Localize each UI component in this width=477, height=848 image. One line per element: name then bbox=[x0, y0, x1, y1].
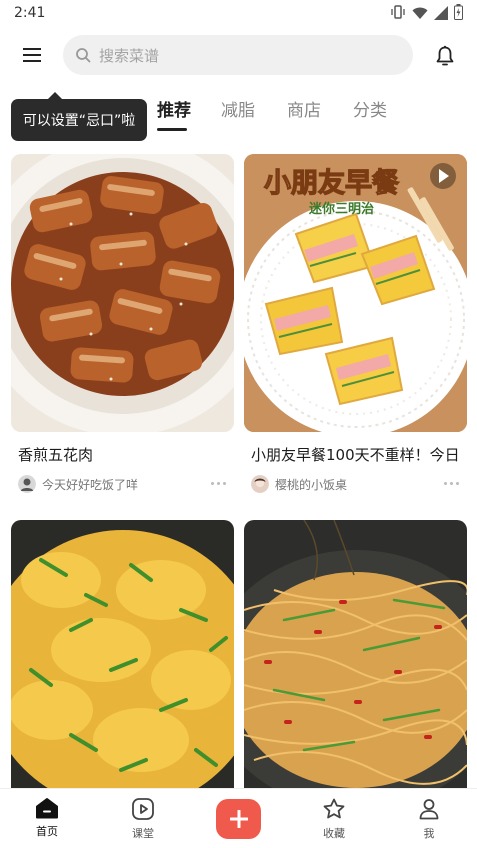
author-name: 樱桃的小饭桌 bbox=[275, 477, 348, 492]
nav-favorites[interactable]: 收藏 bbox=[304, 797, 364, 841]
author-name: 今天好好吃饭了咩 bbox=[42, 477, 139, 492]
search-icon bbox=[76, 48, 91, 63]
recipe-author-row: 今天好好吃饭了咩 bbox=[18, 475, 234, 493]
recipe-image-sandwich: 小朋友早餐 迷你三明治 bbox=[244, 154, 467, 432]
person-icon bbox=[419, 799, 439, 820]
recipe-image-eggs bbox=[11, 520, 234, 788]
author-avatar bbox=[18, 475, 36, 493]
search-placeholder: 搜索菜谱 bbox=[99, 46, 160, 65]
recipe-image-potato bbox=[244, 520, 467, 788]
search-input[interactable]: 搜索菜谱 bbox=[63, 35, 413, 75]
recipe-card[interactable]: 小朋友早餐 迷你三明治 小朋友早餐100天不重样！今日 樱桃的小饭桌 bbox=[244, 154, 467, 493]
recipe-card[interactable] bbox=[244, 520, 467, 788]
plus-icon bbox=[229, 810, 248, 828]
recipe-author-row: 樱桃的小饭桌 bbox=[251, 475, 467, 493]
hamburger-icon bbox=[23, 48, 41, 62]
nav-me-label: 我 bbox=[423, 827, 435, 840]
avoid-foods-tooltip[interactable]: 可以设置“忌口”啦 bbox=[11, 99, 147, 141]
active-tab-indicator bbox=[157, 128, 187, 131]
author-avatar bbox=[251, 475, 269, 493]
tab-categories[interactable]: 分类 bbox=[353, 96, 387, 121]
tooltip-arrow bbox=[48, 92, 62, 99]
top-bar: 搜索菜谱 bbox=[0, 30, 477, 80]
play-icon bbox=[132, 798, 154, 820]
menu-button[interactable] bbox=[18, 42, 46, 68]
home-icon bbox=[36, 798, 58, 819]
nav-home[interactable]: 首页 bbox=[17, 797, 77, 839]
more-icon[interactable] bbox=[211, 482, 226, 485]
signal-icon bbox=[434, 5, 448, 24]
notification-button[interactable] bbox=[430, 42, 460, 70]
image-subheading: 迷你三明治 bbox=[308, 201, 374, 217]
nav-classroom-label: 课堂 bbox=[132, 827, 154, 840]
recipe-card[interactable] bbox=[11, 520, 234, 788]
recipe-card[interactable]: 香煎五花肉 今天好好吃饭了咩 bbox=[11, 154, 234, 493]
nav-me[interactable]: 我 bbox=[399, 797, 459, 841]
recipe-title: 香煎五花肉 bbox=[18, 446, 94, 464]
vibrate-icon bbox=[390, 4, 406, 24]
nav-favorites-label: 收藏 bbox=[323, 827, 345, 840]
tab-store[interactable]: 商店 bbox=[287, 96, 321, 121]
bottom-nav: 首页 课堂 收藏 我 bbox=[0, 788, 477, 848]
tooltip-text: 可以设置“忌口”啦 bbox=[22, 113, 136, 129]
recipe-title: 小朋友早餐100天不重样！今日 bbox=[251, 446, 460, 464]
wifi-icon bbox=[412, 5, 428, 24]
status-time: 2:41 bbox=[14, 5, 46, 21]
status-bar: 2:41 bbox=[0, 0, 477, 28]
tab-fat-loss[interactable]: 减脂 bbox=[221, 96, 255, 121]
tab-recommend[interactable]: 推荐 bbox=[157, 96, 191, 121]
more-icon[interactable] bbox=[444, 482, 459, 485]
battery-icon bbox=[454, 4, 463, 24]
nav-home-label: 首页 bbox=[36, 825, 58, 838]
add-recipe-button[interactable] bbox=[216, 799, 261, 839]
recipe-image-pork bbox=[11, 154, 234, 432]
image-heading: 小朋友早餐 bbox=[264, 168, 400, 199]
status-icons bbox=[390, 4, 463, 24]
nav-classroom[interactable]: 课堂 bbox=[113, 797, 173, 841]
star-icon bbox=[323, 798, 345, 819]
bell-icon bbox=[436, 45, 454, 66]
